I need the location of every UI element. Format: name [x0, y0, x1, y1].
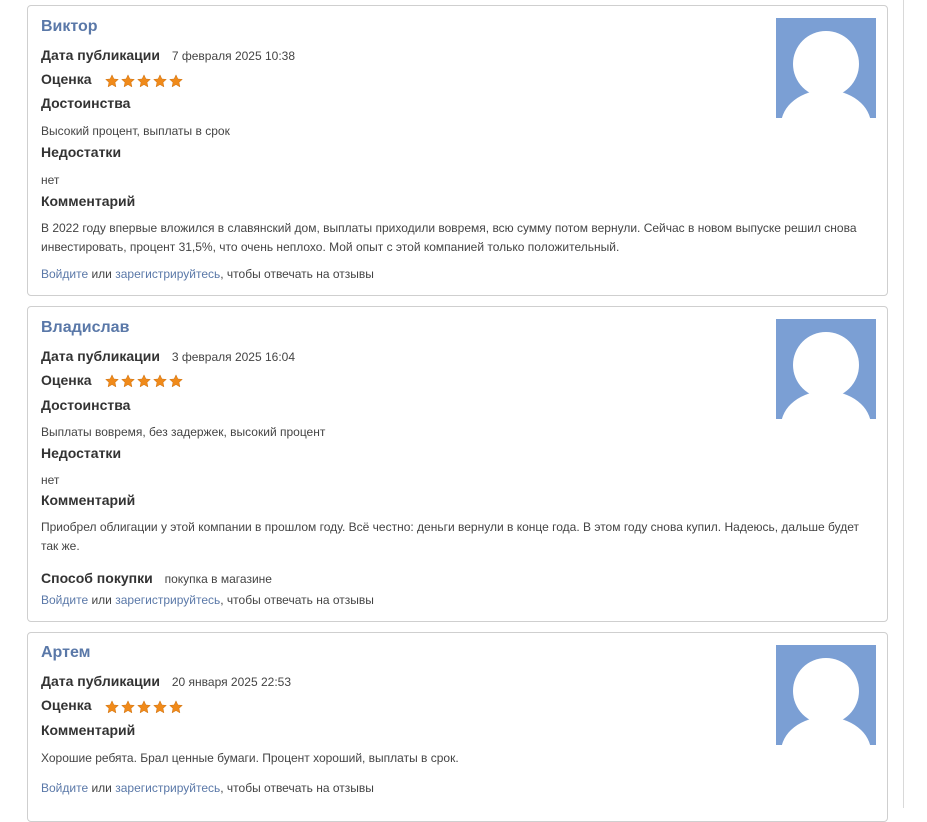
rating-label: Оценка	[41, 372, 92, 388]
star-icon	[121, 700, 135, 714]
pros-text: Высокий процент, выплаты в срок	[41, 124, 230, 138]
date-label-text: Дата публикации	[41, 673, 160, 689]
purchase-label: Способ покупки покупка в магазине	[41, 570, 272, 586]
review-date: 20 января 2025 22:53	[171, 675, 291, 689]
reply-prompt: Войдите или зарегистрируйтесь, чтобы отв…	[41, 267, 374, 281]
reply-prompt: Войдите или зарегистрируйтесь, чтобы отв…	[41, 781, 374, 795]
star-icon	[153, 374, 167, 388]
date-label-text: Дата публикации	[41, 47, 160, 63]
rating-label: Оценка	[41, 71, 92, 87]
star-icon	[169, 74, 183, 88]
star-icon	[153, 74, 167, 88]
comment-label: Комментарий	[41, 722, 136, 738]
star-icon	[169, 374, 183, 388]
register-link[interactable]: зарегистрируйтесь	[115, 267, 220, 281]
star-icon	[137, 700, 151, 714]
avatar-head	[793, 332, 859, 398]
star-icon	[105, 700, 119, 714]
page-divider	[903, 0, 904, 808]
star-icon	[137, 374, 151, 388]
reply-suffix: , чтобы отвечать на отзывы	[220, 593, 374, 607]
or-text: или	[91, 267, 112, 281]
login-link[interactable]: Войдите	[41, 593, 88, 607]
date-label: Дата публикации 7 февраля 2025 10:38	[41, 47, 295, 63]
rating-stars	[105, 74, 183, 88]
avatar-body	[781, 90, 871, 118]
avatar-head	[793, 658, 859, 724]
comment-text: В 2022 году впервые вложился в славянски…	[41, 221, 857, 254]
review-card: Артем Дата публикации 20 января 2025 22:…	[27, 632, 888, 822]
login-link[interactable]: Войдите	[41, 781, 88, 795]
review-author[interactable]: Виктор	[41, 18, 98, 36]
avatar-body	[781, 717, 871, 745]
review-date: 3 февраля 2025 16:04	[171, 350, 296, 364]
review-card: Виктор Дата публикации 7 февраля 2025 10…	[27, 5, 888, 296]
cons-label: Недостатки	[41, 144, 122, 160]
date-label-text: Дата публикации	[41, 348, 160, 364]
comment-label: Комментарий	[41, 492, 136, 508]
or-text: или	[91, 593, 112, 607]
avatar-head	[793, 31, 859, 97]
cons-text: нет	[41, 173, 60, 187]
star-icon	[137, 74, 151, 88]
rating-label: Оценка	[41, 697, 92, 713]
comment-label: Комментарий	[41, 193, 136, 209]
user-avatar-icon	[776, 645, 876, 745]
rating-stars	[105, 700, 183, 714]
rating-stars	[105, 374, 183, 388]
cons-text: нет	[41, 473, 60, 487]
user-avatar-icon	[776, 319, 876, 419]
or-text: или	[91, 781, 112, 795]
login-link[interactable]: Войдите	[41, 267, 88, 281]
register-link[interactable]: зарегистрируйтесь	[115, 781, 220, 795]
date-label: Дата публикации 20 января 2025 22:53	[41, 673, 291, 689]
register-link[interactable]: зарегистрируйтесь	[115, 593, 220, 607]
date-label: Дата публикации 3 февраля 2025 16:04	[41, 348, 295, 364]
review-date: 7 февраля 2025 10:38	[171, 49, 296, 63]
review-card: Владислав Дата публикации 3 февраля 2025…	[27, 306, 888, 622]
pros-text: Выплаты вовремя, без задержек, высокий п…	[41, 425, 326, 439]
user-avatar-icon	[776, 18, 876, 118]
comment-text: Приобрел облигации у этой компании в про…	[41, 520, 859, 553]
purchase-value: покупка в магазине	[164, 572, 272, 586]
reply-suffix: , чтобы отвечать на отзывы	[220, 781, 374, 795]
pros-label: Достоинства	[41, 397, 131, 413]
star-icon	[121, 374, 135, 388]
pros-label: Достоинства	[41, 95, 131, 111]
review-author[interactable]: Владислав	[41, 319, 129, 337]
star-icon	[121, 74, 135, 88]
reply-suffix: , чтобы отвечать на отзывы	[220, 267, 374, 281]
comment-text: Хорошие ребята. Брал ценные бумаги. Проц…	[41, 751, 459, 765]
reply-prompt: Войдите или зарегистрируйтесь, чтобы отв…	[41, 593, 374, 607]
review-author[interactable]: Артем	[41, 644, 90, 662]
star-icon	[105, 374, 119, 388]
star-icon	[153, 700, 167, 714]
cons-label: Недостатки	[41, 445, 122, 461]
avatar-body	[781, 391, 871, 419]
purchase-label-text: Способ покупки	[41, 570, 153, 586]
star-icon	[105, 74, 119, 88]
star-icon	[169, 700, 183, 714]
